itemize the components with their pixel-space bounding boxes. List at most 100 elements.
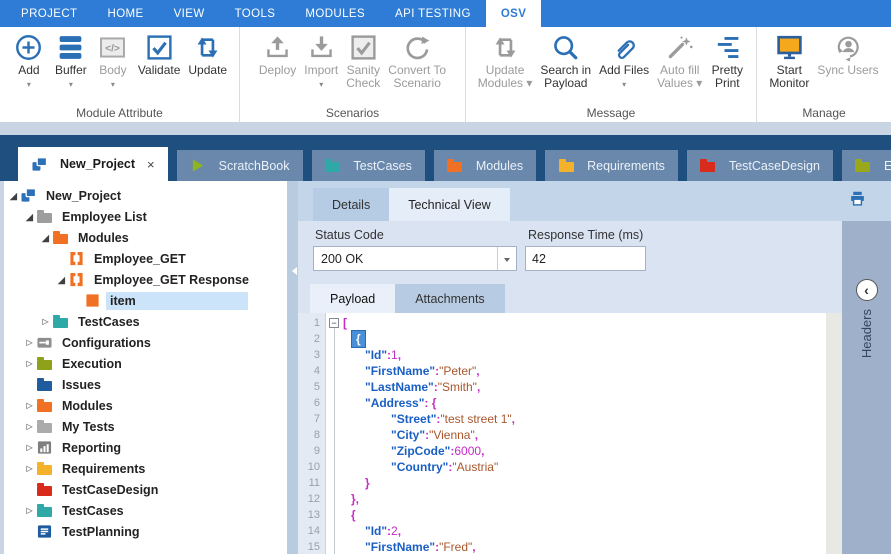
document-tab-label: Modules	[476, 159, 523, 173]
tree-expander-icon[interactable]: ▷	[23, 401, 36, 411]
document-tab-scratchbook[interactable]: ScratchBook	[177, 150, 303, 181]
ribbon-buffer-button[interactable]: Buffer▾	[51, 30, 91, 90]
response-time-input[interactable]	[525, 246, 646, 271]
tree-item-employee-get-response[interactable]: ◢Employee_GET Response	[4, 269, 287, 290]
paperclip-icon	[610, 30, 639, 64]
ribbon-add-files-button[interactable]: Add Files▾	[596, 30, 652, 90]
menu-item-api-testing[interactable]: API TESTING	[380, 0, 486, 27]
dropdown-chevron-icon[interactable]: ▾	[319, 80, 323, 90]
ribbon-group-label: Module Attribute	[0, 106, 239, 120]
dropdown-chevron-icon[interactable]: ▾	[111, 80, 115, 90]
collapse-tree-icon[interactable]	[288, 267, 297, 275]
tree-item-testcases[interactable]: ▷TestCases	[4, 311, 287, 332]
document-tab-new-project[interactable]: New_Project×	[18, 147, 168, 181]
tree-expander-icon[interactable]: ◢	[39, 233, 52, 243]
view-tab-technical-view[interactable]: Technical View	[389, 188, 509, 221]
document-tab-testcasedesign[interactable]: TestCaseDesign	[687, 150, 833, 181]
tree-item-employee-list[interactable]: ◢Employee List	[4, 206, 287, 227]
payload-tab-attachments[interactable]: Attachments	[395, 284, 504, 313]
tree-expander-icon[interactable]: ▷	[23, 422, 36, 432]
ribbon-sanity-check-button: SanityCheck	[343, 30, 383, 90]
menu-item-project[interactable]: PROJECT	[6, 0, 92, 27]
collapse-node-icon[interactable]: −	[329, 318, 339, 328]
payload-line: },	[343, 491, 842, 507]
line-number: 10	[298, 459, 325, 475]
ribbon-pretty-print-button[interactable]: PrettyPrint	[707, 30, 747, 90]
tree-item-modules[interactable]: ▷Modules	[4, 395, 287, 416]
expand-headers-button[interactable]: ‹	[856, 279, 878, 301]
ribbon-divider-strip	[0, 122, 891, 135]
tree-expander-icon[interactable]: ◢	[23, 212, 36, 222]
document-tab-execution[interactable]: Execution	[842, 150, 891, 181]
json-token: 1	[391, 347, 398, 363]
tree-item-requirements[interactable]: ▷ Requirements	[4, 458, 287, 479]
tree-splitter[interactable]	[287, 181, 298, 554]
tree-item-label: My Tests	[58, 418, 119, 436]
headers-tab[interactable]: Headers	[859, 309, 874, 358]
tree-expander-icon[interactable]: ▷	[23, 443, 36, 453]
printer-icon[interactable]	[849, 190, 866, 207]
tree-item-label: Requirements	[58, 460, 149, 478]
tree-item-testcases[interactable]: ▷TestCases	[4, 500, 287, 521]
tree-expander-icon[interactable]: ▷	[39, 317, 52, 327]
ribbon-validate-button[interactable]: Validate	[135, 30, 183, 90]
payload-line: "Id": 2,	[343, 523, 842, 539]
menu-item-modules[interactable]: MODULES	[290, 0, 380, 27]
menu-item-osv[interactable]: OSV	[486, 0, 542, 27]
folder-icon	[36, 461, 52, 477]
ribbon-start-monitor-button[interactable]: StartMonitor	[766, 30, 812, 90]
tree-item-execution[interactable]: ▷ Execution	[4, 353, 287, 374]
payload-scrollbar[interactable]	[826, 313, 842, 554]
document-tab-testcases[interactable]: TestCases	[312, 150, 425, 181]
tree-expander-icon[interactable]: ◢	[55, 275, 68, 285]
ribbon-import-button: Import▾	[301, 30, 341, 90]
tree-item-modules[interactable]: ◢Modules	[4, 227, 287, 248]
status-code-select[interactable]: 200 OK	[313, 246, 517, 271]
tree-item-reporting[interactable]: ▷ Reporting	[4, 437, 287, 458]
tree-expander-icon[interactable]: ▷	[23, 338, 36, 348]
menu-item-view[interactable]: VIEW	[159, 0, 220, 27]
ribbon-add-button[interactable]: Add▾	[9, 30, 49, 90]
tree-item-item[interactable]: item	[4, 290, 287, 311]
line-number: 2	[298, 331, 325, 347]
update-modules-icon	[491, 30, 520, 64]
tree-item-testplanning[interactable]: TestPlanning	[4, 521, 287, 542]
tree-expander-icon[interactable]: ▷	[23, 506, 36, 516]
menu-item-tools[interactable]: TOOLS	[220, 0, 291, 27]
tree-item-new-project[interactable]: ◢New_Project	[4, 185, 287, 206]
tree-item-label: Reporting	[58, 439, 125, 457]
view-body: Status Code Response Time (ms) 200 OK Pa…	[298, 221, 891, 554]
payload-json: [{"Id": 1,"FirstName": "Peter","LastName…	[343, 313, 842, 554]
tree-item-employee-get[interactable]: Employee_GET	[4, 248, 287, 269]
dropdown-chevron-icon[interactable]: ▾	[69, 80, 73, 90]
ribbon-convert-to-scenario-button: Convert ToScenario	[385, 30, 449, 90]
ribbon-button-label: Sync Users	[817, 64, 878, 77]
tree-item-configurations[interactable]: ▷Configurations	[4, 332, 287, 353]
ribbon-search-in-payload-button[interactable]: Search inPayload	[537, 30, 594, 90]
document-tab-requirements[interactable]: Requirements	[545, 150, 678, 181]
tree-item-testcasedesign[interactable]: TestCaseDesign	[4, 479, 287, 500]
tree-item-my-tests[interactable]: ▷ My Tests	[4, 416, 287, 437]
dropdown-chevron-icon[interactable]: ▾	[27, 80, 31, 90]
tree-item-issues[interactable]: Issues	[4, 374, 287, 395]
ribbon-group-label: Message	[466, 106, 756, 120]
tree-item-label: TestCaseDesign	[58, 481, 162, 499]
document-tab-modules[interactable]: Modules	[434, 150, 536, 181]
line-number: 5	[298, 379, 325, 395]
chevron-down-icon[interactable]	[497, 247, 516, 270]
payload-tab-payload[interactable]: Payload	[310, 284, 395, 313]
tree-expander-icon[interactable]: ◢	[7, 191, 20, 201]
buffer-icon	[56, 30, 85, 64]
menu-item-home[interactable]: HOME	[92, 0, 158, 27]
dropdown-chevron-icon[interactable]: ▾	[622, 80, 626, 90]
folder-icon	[36, 503, 52, 519]
payload-line: "LastName": "Smith",	[343, 379, 842, 395]
tree-expander-icon[interactable]: ▷	[23, 359, 36, 369]
tree-item-label: Execution	[58, 355, 126, 373]
line-number: 4	[298, 363, 325, 379]
json-token: {	[351, 507, 356, 523]
close-tab-icon[interactable]: ×	[147, 157, 155, 172]
ribbon-update-button[interactable]: Update	[185, 30, 230, 90]
tree-expander-icon[interactable]: ▷	[23, 464, 36, 474]
view-tab-details[interactable]: Details	[313, 188, 389, 221]
